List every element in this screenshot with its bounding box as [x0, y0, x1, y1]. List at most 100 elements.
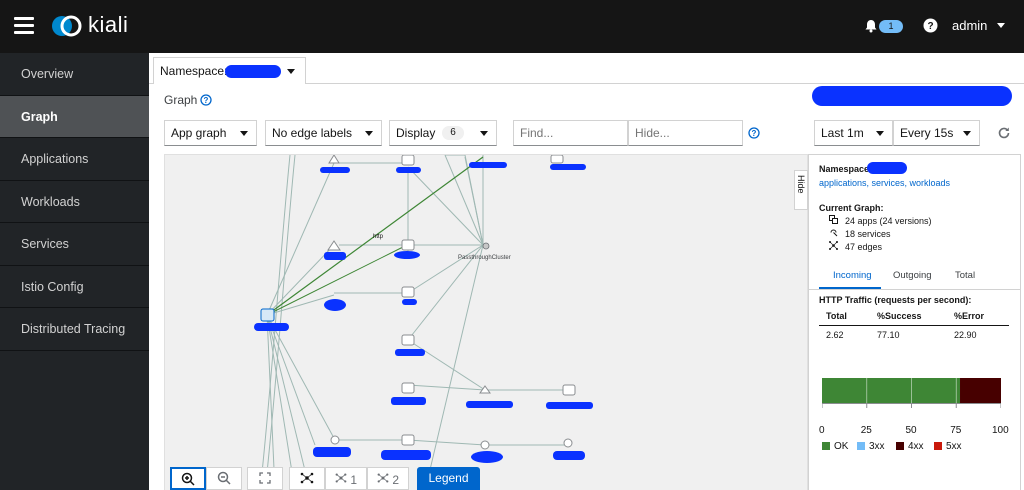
namespace-bar: Namespace: — [149, 53, 1024, 84]
expand-icon — [259, 472, 271, 484]
edge-label: http — [373, 234, 384, 240]
tab-total[interactable]: Total — [955, 270, 975, 281]
axis-tick-label: 75 — [950, 425, 962, 436]
chevron-down-icon[interactable] — [287, 69, 295, 74]
edge-labels-select[interactable]: No edge labels — [265, 120, 382, 146]
masthead: kiali 1 ? admin — [0, 0, 1024, 53]
hide-panel-tab[interactable]: Hide — [794, 170, 808, 210]
svg-text:?: ? — [927, 21, 933, 32]
edges-icon — [829, 241, 838, 250]
legend-swatch — [896, 442, 904, 450]
legend-label: 5xx — [946, 441, 962, 452]
table-cell: 22.90 — [954, 330, 977, 340]
legend-button[interactable]: Legend — [417, 467, 480, 490]
passthrough-cluster-label: PassthroughCluster — [458, 255, 511, 261]
legend-swatch — [857, 442, 865, 450]
bar-segment-ok[interactable] — [822, 378, 961, 403]
hamburger-menu-icon[interactable] — [14, 17, 34, 34]
layout-2-button[interactable]: 2 — [367, 467, 409, 490]
help-icon[interactable]: ? — [923, 18, 938, 33]
page-title: Graph — [164, 93, 198, 107]
legend-label: OK — [834, 441, 849, 452]
brand-name[interactable]: kiali — [88, 12, 128, 38]
sidebar-nav: Overview Graph Applications Workloads Se… — [0, 53, 149, 490]
sidebar-item-overview[interactable]: Overview — [0, 53, 149, 96]
legend-swatch — [934, 442, 942, 450]
layout-1-button[interactable]: 1 — [325, 467, 367, 490]
graph-svg: http PassthroughCluster — [254, 155, 593, 490]
chevron-down-icon — [963, 131, 971, 136]
redacted-namespace — [225, 65, 281, 78]
sidebar-item-applications[interactable]: Applications — [0, 138, 149, 181]
fit-to-screen-button[interactable] — [247, 467, 283, 490]
chevron-down-icon — [876, 131, 884, 136]
sidebar-item-services[interactable]: Services — [0, 223, 149, 266]
bar-segment-4xx[interactable] — [960, 378, 1001, 403]
sidebar-item-distributed-tracing[interactable]: Distributed Tracing — [0, 308, 149, 351]
zoom-out-icon — [217, 471, 231, 485]
edges-count: 47 edges — [845, 242, 883, 252]
zoom-in-button[interactable] — [170, 467, 206, 490]
display-label: Display — [396, 126, 436, 140]
hide-label: Hide — [796, 175, 806, 194]
refresh-icon[interactable] — [997, 126, 1011, 140]
legend-swatch — [822, 442, 830, 450]
selected-node[interactable] — [260, 308, 275, 322]
duration-select[interactable]: Last 1m — [814, 120, 893, 146]
topology-icon — [377, 473, 389, 483]
tab-outgoing[interactable]: Outgoing — [893, 270, 932, 281]
help-icon[interactable]: ? — [200, 94, 212, 106]
chevron-down-icon[interactable] — [997, 23, 1005, 28]
topology-icon — [300, 472, 314, 484]
legend-label: 3xx — [869, 441, 885, 452]
tab-incoming[interactable]: Incoming — [833, 270, 872, 281]
hide-input[interactable] — [628, 120, 743, 146]
apps-count: 24 apps (24 versions) — [845, 216, 932, 226]
axis-tick-label: 0 — [819, 425, 825, 436]
user-menu[interactable]: admin — [952, 18, 987, 33]
layout-1-label: 1 — [350, 473, 358, 487]
help-icon[interactable]: ? — [748, 127, 760, 139]
axis-tick-label: 100 — [992, 425, 1009, 436]
notification-count-badge[interactable]: 1 — [879, 20, 903, 33]
find-input[interactable] — [513, 120, 628, 146]
refresh-interval-select[interactable]: Every 15s — [893, 120, 980, 146]
tab-divider — [809, 289, 1020, 290]
services-icon — [830, 229, 838, 237]
active-tab-indicator — [819, 287, 881, 289]
traffic-title: HTTP Traffic (requests per second): — [819, 295, 972, 305]
namespace-selector[interactable]: Namespace: — [153, 57, 306, 84]
redacted-namespace — [867, 162, 907, 174]
panel-namespace-label: Namespace: — [819, 164, 873, 174]
namespace-links[interactable]: applications, services, workloads — [819, 178, 950, 188]
kiali-logo-icon — [52, 15, 82, 37]
axis-tick-label: 25 — [860, 425, 872, 436]
display-count-badge: 6 — [442, 126, 464, 140]
sidebar-item-graph[interactable]: Graph — [0, 95, 149, 138]
legend-item: 5xx — [934, 441, 962, 452]
graph-canvas[interactable]: http PassthroughCluster — [164, 154, 808, 490]
edge-labels-value: No edge labels — [272, 126, 353, 140]
chevron-down-icon — [365, 131, 373, 136]
chevron-down-icon — [480, 131, 488, 136]
legend-item: 3xx — [857, 441, 885, 452]
chart-x-axis — [822, 403, 1001, 408]
column-header: %Error — [954, 311, 985, 321]
topology-icon — [335, 473, 347, 483]
traffic-table-row: 2.62 77.10 22.90 — [819, 328, 1009, 342]
table-cell: 2.62 — [826, 330, 844, 340]
zoom-out-button[interactable] — [206, 467, 242, 490]
layout-default-button[interactable] — [289, 467, 325, 490]
sidebar-item-istio-config[interactable]: Istio Config — [0, 266, 149, 308]
current-graph-label: Current Graph: — [819, 203, 884, 213]
graph-type-select[interactable]: App graph — [164, 120, 257, 146]
graph-type-value: App graph — [171, 126, 227, 140]
column-header: Total — [826, 311, 847, 321]
traffic-bar-chart — [822, 378, 1001, 403]
redacted-text — [812, 86, 1012, 106]
svg-text:?: ? — [752, 129, 757, 138]
axis-tick-label: 50 — [905, 425, 917, 436]
bell-icon[interactable] — [864, 19, 878, 33]
sidebar-item-workloads[interactable]: Workloads — [0, 181, 149, 223]
display-select[interactable]: Display 6 — [389, 120, 497, 146]
